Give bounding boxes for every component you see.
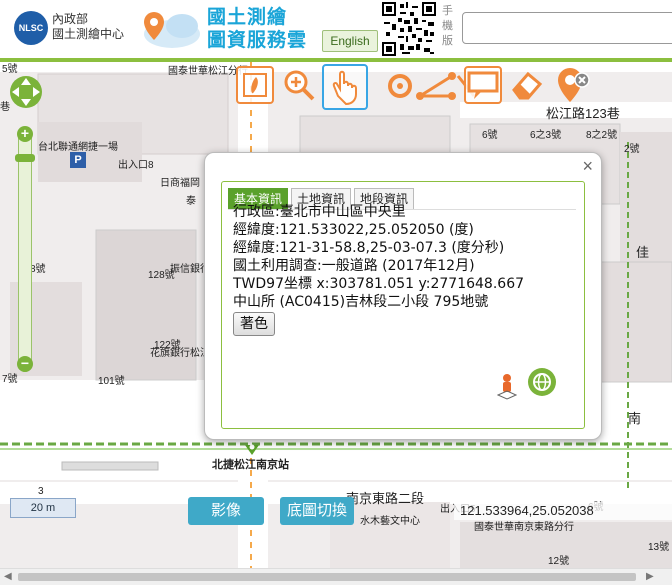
map-label: 6之3號 — [530, 130, 562, 141]
map-label: 2號 — [624, 144, 640, 155]
basemap-switch-button[interactable]: 底圖切換 — [280, 497, 354, 525]
zoom-out-button[interactable]: − — [17, 356, 33, 372]
mrt-station-icon[interactable] — [244, 442, 260, 456]
location-info-popup: × 基本資訊 土地資訊 地段資訊 行政區:臺北市中山區中央里 經緯度:121.5… — [204, 152, 602, 440]
map-label: 12號 — [548, 556, 570, 567]
cloud-pin-logo-icon — [144, 12, 200, 48]
street-view-person-icon[interactable] — [497, 373, 517, 401]
site-header: NLSC 內政部 國土測繪中心 國土測繪 圖資服務雲 English 手 機 版 — [0, 0, 672, 58]
map-label: 泰 — [186, 196, 196, 207]
map-label: 出入口8 — [118, 160, 154, 171]
title-line-2: 圖資服務雲 — [207, 29, 308, 51]
pan-arrows-icon[interactable] — [8, 74, 44, 110]
scrollbar-thumb[interactable] — [18, 573, 636, 581]
latlng-dms-line: 經緯度:121-31-58.8,25-03-07.3 (度分秒) — [233, 240, 505, 256]
tool-taiwan-map[interactable] — [236, 66, 274, 104]
tool-speech-bubble[interactable] — [464, 66, 502, 104]
twd97-line: TWD97坐標 x:303781.051 y:2771648.667 — [233, 276, 525, 292]
department-line-1: 內政部 — [52, 12, 89, 26]
zoom-in-icon — [284, 70, 315, 101]
search-input[interactable] — [462, 12, 672, 44]
pan-hand-icon — [332, 70, 357, 106]
scale-bar: 20 m — [10, 498, 76, 518]
tool-marker-clear[interactable] — [554, 66, 592, 104]
map-label: 南京東路二段 — [346, 491, 425, 506]
scroll-left-icon[interactable]: ◀ — [4, 571, 12, 582]
english-button[interactable]: English — [322, 30, 378, 52]
imagery-button[interactable]: 影像 — [188, 497, 264, 525]
map-label: 水木藝文中心 — [360, 516, 420, 527]
map-label: 國泰世華南京東路分行 — [474, 522, 574, 533]
zoom-slider-handle[interactable] — [15, 154, 35, 162]
map-label: 13號 — [648, 542, 670, 553]
department-line-2: 國土測繪中心 — [52, 27, 125, 41]
zoom-in-button[interactable]: + — [17, 126, 33, 142]
tool-pan-hand[interactable] — [322, 64, 368, 110]
zoom-slider-track[interactable] — [18, 128, 32, 372]
qr-code-icon[interactable] — [382, 2, 436, 56]
coordinate-readout: 121.533964,25.052038 — [454, 502, 672, 520]
nlsc-logo[interactable]: NLSC — [14, 11, 48, 45]
map-label: 松江路123巷 — [546, 106, 620, 121]
map-label: 8號 — [30, 264, 46, 275]
mobile-version-link[interactable]: 手機版 — [442, 4, 454, 49]
map-label: 日商福岡 — [160, 178, 200, 189]
tool-zoom-in[interactable] — [280, 66, 318, 104]
district-line: 行政區:臺北市中山區中央里 — [233, 204, 406, 220]
map-label: 3 — [38, 486, 44, 497]
latlng-degree-line: 經緯度:121.533022,25.052050 (度) — [233, 222, 474, 238]
marker-clear-icon — [558, 68, 590, 102]
eraser-icon — [512, 71, 543, 100]
map-label: 6號 — [482, 130, 498, 141]
map-label: 花旗銀行松江 — [150, 348, 210, 359]
mrt-station-label: 北捷松江南京站 — [212, 459, 289, 471]
parking-icon: P — [70, 152, 86, 168]
horizontal-scrollbar[interactable]: ◀ ▶ — [0, 568, 672, 585]
tool-eraser[interactable] — [508, 66, 546, 104]
map-label: 台北聯通網捷一場 — [38, 142, 118, 153]
map-label: 南 — [628, 411, 642, 426]
land-use-line: 國土利用調查:一般道路 (2017年12月) — [233, 258, 475, 274]
map-label: 8之2號 — [586, 130, 618, 141]
taiwan-map-icon — [243, 73, 267, 97]
close-icon[interactable]: × — [582, 156, 593, 177]
map-label: 101號 — [98, 376, 125, 387]
map-label: 7號 — [2, 374, 18, 385]
scroll-right-icon[interactable]: ▶ — [646, 571, 654, 582]
globe-settings-icon[interactable] — [527, 367, 557, 397]
speech-bubble-icon — [467, 71, 499, 99]
parcel-line: 中山所 (AC0415)吉林段二小段 795地號 — [233, 294, 489, 310]
service-cloud-title[interactable]: 國土測繪 圖資服務雲 — [207, 6, 307, 52]
color-button[interactable]: 著色 — [233, 312, 275, 336]
tool-measure-distance[interactable] — [414, 66, 458, 104]
measure-distance-icon — [416, 72, 456, 100]
info-details: 行政區:臺北市中山區中央里 經緯度:121.533022,25.052050 (… — [233, 203, 524, 336]
title-line-1: 國土測繪 — [207, 6, 288, 28]
department-name: 內政部 國土測繪中心 — [52, 12, 124, 42]
map-label: 佳 — [636, 245, 650, 260]
